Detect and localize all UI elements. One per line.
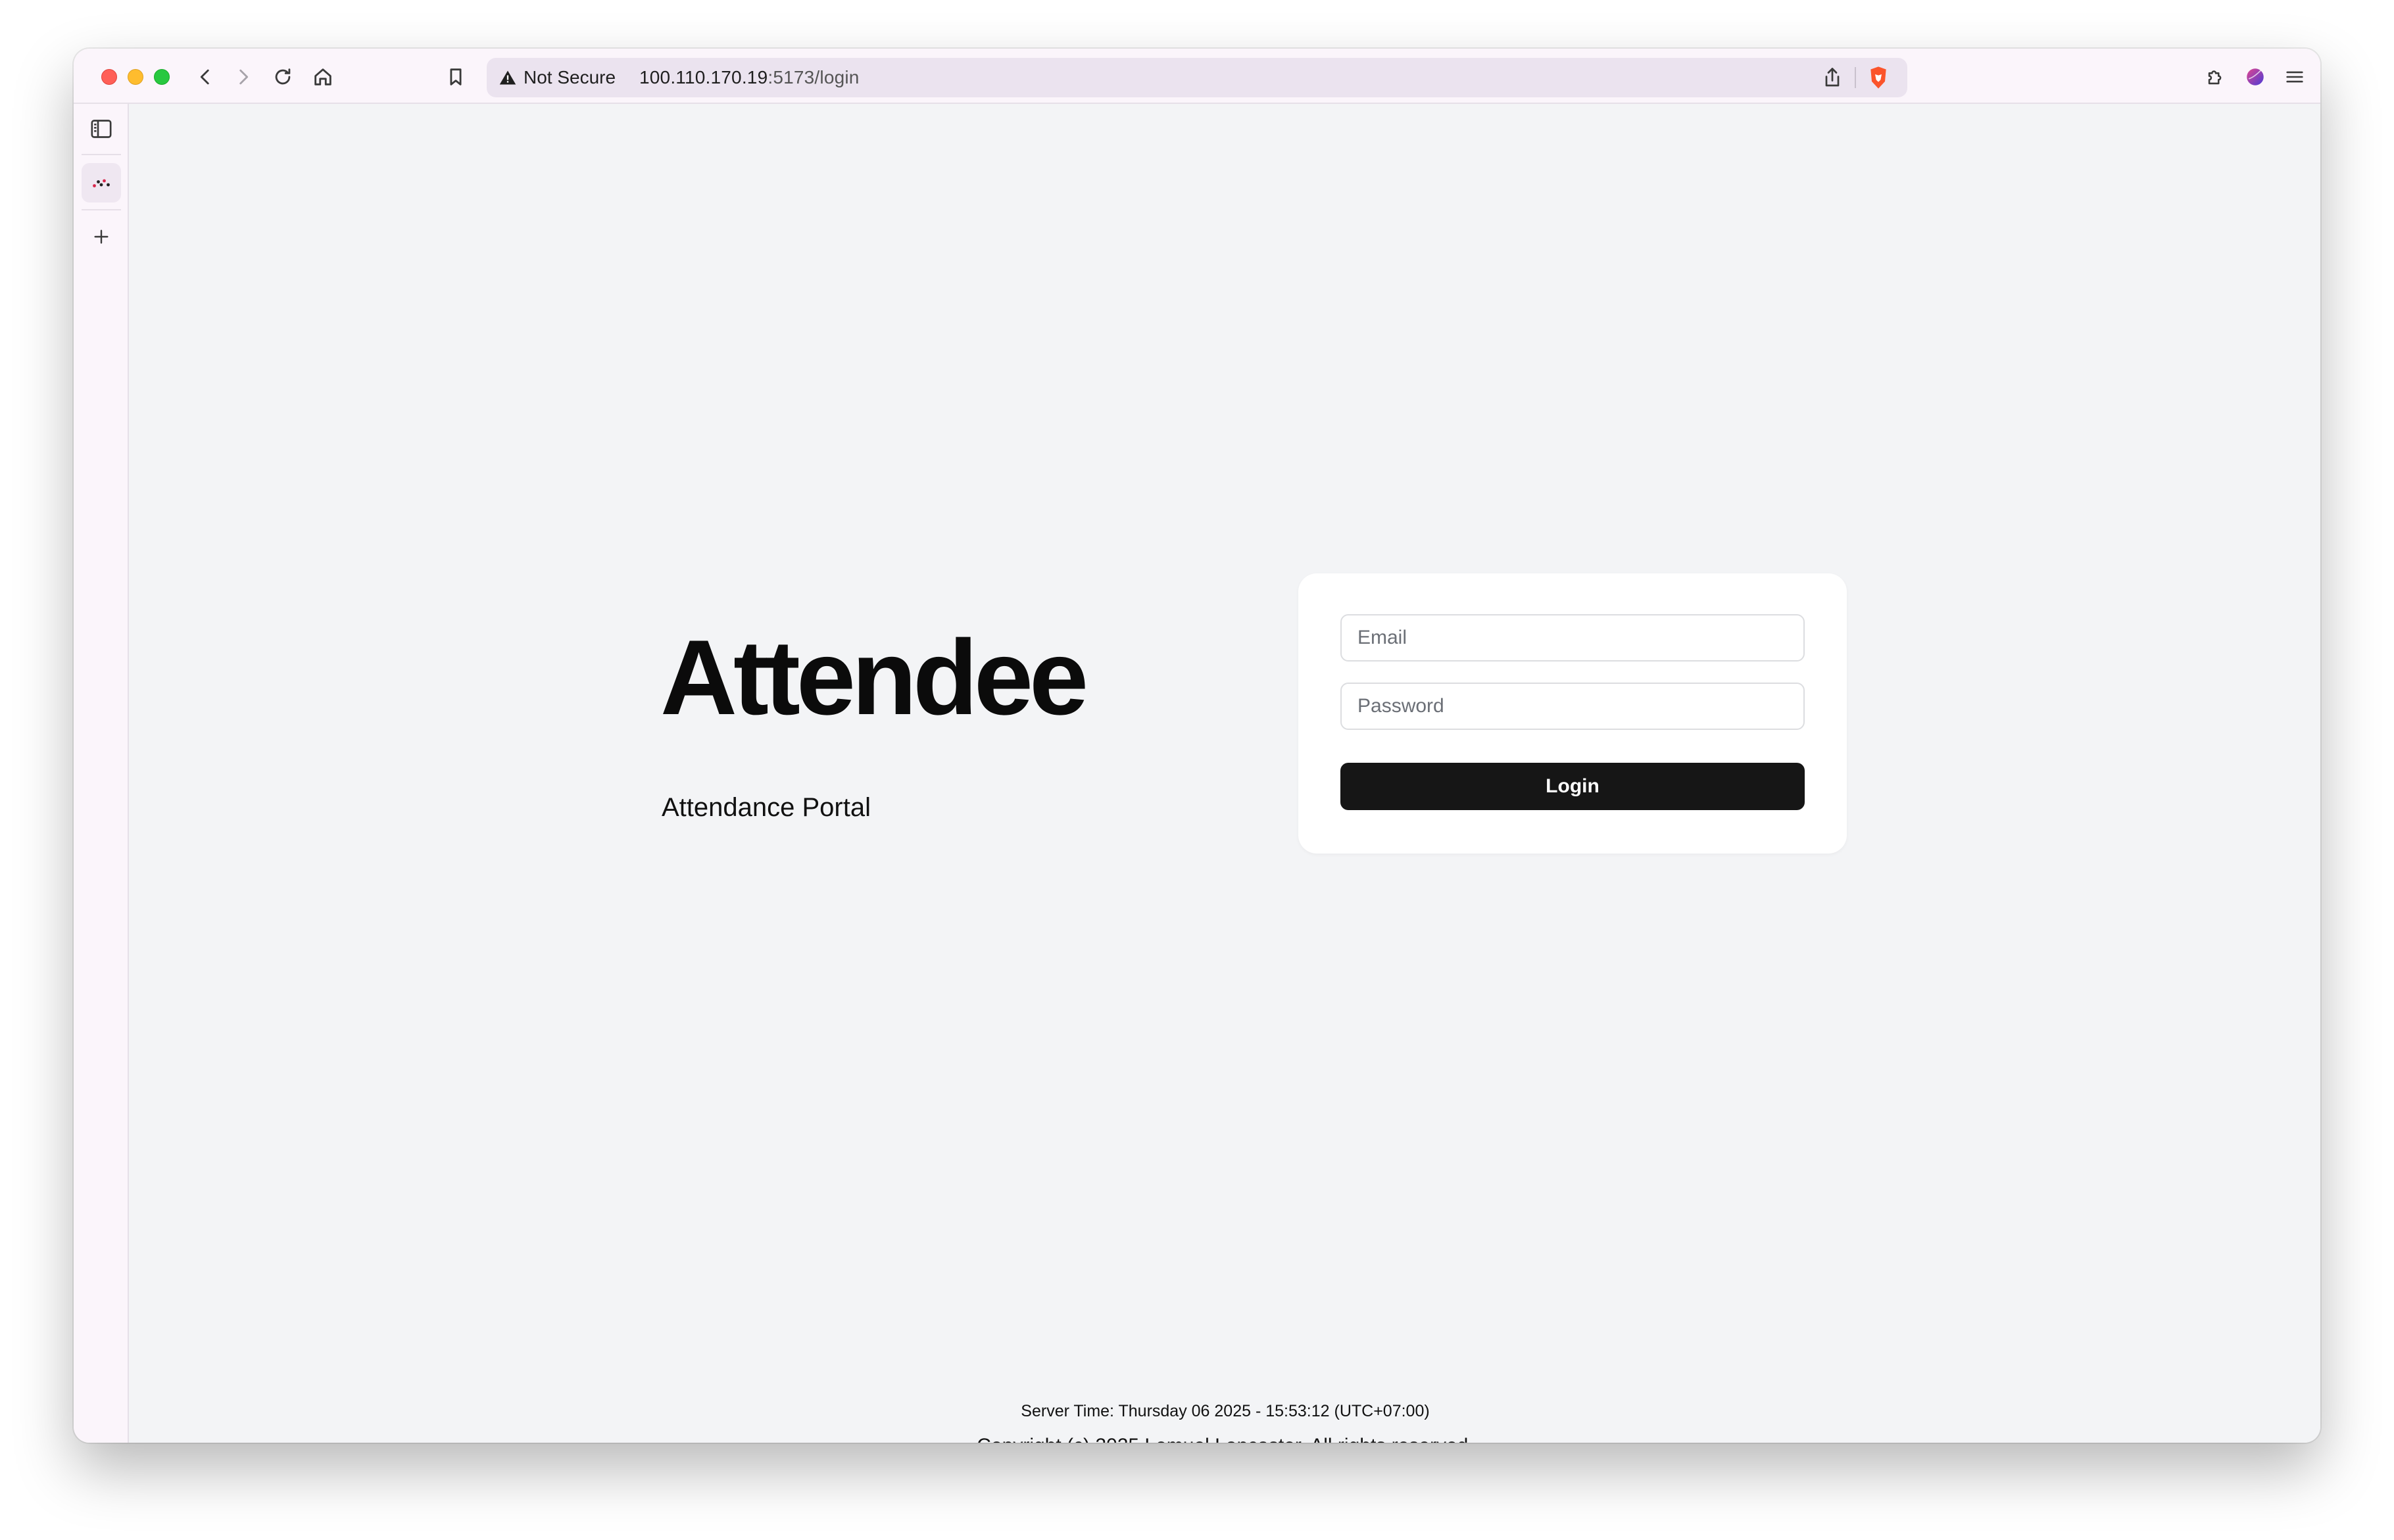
url-host: 100.110.170.19 <box>639 67 768 87</box>
url-path: :5173/login <box>768 67 860 87</box>
sidebar-panel-icon <box>91 120 112 138</box>
zoom-window-button[interactable] <box>154 69 170 85</box>
sidebar-divider <box>82 154 121 155</box>
email-field[interactable] <box>1340 614 1805 662</box>
app-favicon-icon <box>93 179 110 187</box>
sidebar-toggle-button[interactable] <box>82 109 121 149</box>
share-icon[interactable] <box>1820 66 1844 89</box>
address-bar-divider <box>1855 67 1856 88</box>
password-field[interactable] <box>1340 683 1805 730</box>
back-button[interactable] <box>190 62 220 92</box>
reload-button[interactable] <box>268 62 298 92</box>
warning-triangle-icon <box>499 70 516 85</box>
browser-sidebar <box>74 104 129 1443</box>
copyright-notice: Copyright (c) 2025 Lemuel Lancaster. All… <box>130 1435 2320 1443</box>
chevron-left-icon <box>200 69 209 85</box>
sidebar-divider <box>82 209 121 210</box>
bookmark-button[interactable] <box>441 62 471 92</box>
home-icon <box>314 68 331 85</box>
profile-button[interactable] <box>2240 62 2270 92</box>
browser-toolbar: Not Secure 100.110.170.19:5173/login <box>74 49 2320 104</box>
menu-button[interactable] <box>2280 62 2310 92</box>
reload-icon <box>275 68 291 85</box>
minimize-window-button[interactable] <box>128 69 143 85</box>
puzzle-icon <box>2208 70 2222 85</box>
new-tab-button[interactable] <box>82 217 121 256</box>
close-window-button[interactable] <box>101 69 117 85</box>
login-button[interactable]: Login <box>1340 763 1805 810</box>
address-bar[interactable]: Not Secure 100.110.170.19:5173/login <box>487 58 1907 97</box>
app-subtitle: Attendance Portal <box>662 793 871 822</box>
url-text[interactable]: 100.110.170.19:5173/login <box>639 67 860 88</box>
extensions-button[interactable] <box>2201 62 2231 92</box>
chevron-right-icon <box>239 69 249 85</box>
login-card: Login <box>1298 573 1847 854</box>
page-content: Attendee Attendance Portal Login Server … <box>130 105 2320 1443</box>
sidebar-tab-attendee[interactable] <box>82 163 121 203</box>
home-button[interactable] <box>308 62 338 92</box>
plus-icon <box>94 229 109 244</box>
forward-button[interactable] <box>228 62 258 92</box>
profile-avatar-icon <box>2247 68 2264 85</box>
bookmark-icon <box>450 68 462 85</box>
brave-shield-icon[interactable] <box>1865 64 1892 91</box>
security-status-label[interactable]: Not Secure <box>524 67 616 88</box>
browser-window: Not Secure 100.110.170.19:5173/login Att… <box>74 49 2320 1443</box>
server-time: Server Time: Thursday 06 2025 - 15:53:12… <box>1021 1402 1430 1420</box>
app-title: Attendee <box>660 618 1088 737</box>
hamburger-menu-icon <box>2286 71 2303 83</box>
